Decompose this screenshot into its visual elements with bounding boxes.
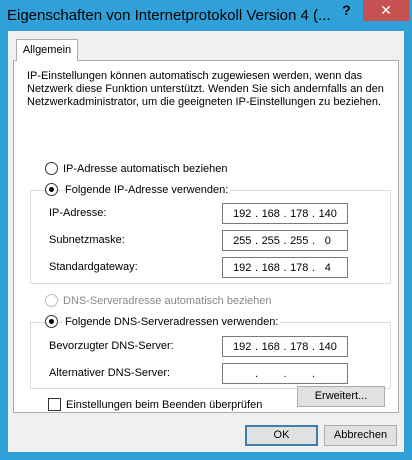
ip-manual-option[interactable]: Folgende IP-Adresse verwenden: [45, 183, 231, 196]
ip-address-octet-4: 140 [318, 207, 337, 220]
ip-auto-option[interactable]: IP-Adresse automatisch beziehen [45, 162, 227, 175]
intro-text: IP-Einstellungen können automatisch zuge… [27, 70, 384, 108]
validate-on-exit-checkbox[interactable] [48, 398, 61, 411]
preferred-dns-octet-1: 192 [233, 340, 252, 353]
subnet-octet-1: 255 [233, 234, 252, 247]
validate-on-exit-label: Einstellungen beim Beenden überprüfen [66, 398, 263, 411]
alternate-dns-label: Alternativer DNS-Server: [49, 367, 171, 379]
dns-manual-label: Folgende DNS-Serveradressen verwenden: [63, 315, 281, 328]
ip-auto-radio[interactable] [45, 162, 58, 175]
gateway-octet-2: 168 [261, 261, 280, 274]
tab-allgemein[interactable]: Allgemein [16, 39, 78, 61]
ip-address-octet-2: 168 [261, 207, 280, 220]
ip-auto-label: IP-Adresse automatisch beziehen [63, 162, 228, 175]
title-bar[interactable]: Eigenschaften von Internetprotokoll Vers… [0, 0, 412, 31]
subnet-octet-2: 255 [261, 234, 280, 247]
validate-on-exit-option[interactable]: Einstellungen beim Beenden überprüfen [48, 398, 262, 411]
preferred-dns-octet-2: 168 [261, 340, 280, 353]
dns-manual-radio[interactable] [45, 315, 58, 328]
ip-address-label: IP-Adresse: [49, 207, 107, 219]
dialog-client: Allgemein IP-Einstellungen können automa… [8, 31, 404, 452]
dns-auto-option[interactable]: DNS-Serveradresse automatisch beziehen [45, 294, 272, 307]
help-button[interactable]: ? [333, 0, 360, 21]
subnet-octet-4: 0 [324, 234, 331, 247]
gateway-octet-3: 178 [290, 261, 309, 274]
ip-manual-radio[interactable] [45, 183, 58, 196]
preferred-dns-label: Bevorzugter DNS-Server: [49, 340, 174, 352]
gateway-octet-4: 4 [324, 261, 331, 274]
ip-address-octet-3: 178 [290, 207, 309, 220]
preferred-dns-octet-4: 140 [318, 340, 337, 353]
octet-separator: . [311, 367, 316, 380]
close-button[interactable]: ✕ [363, 0, 409, 21]
gateway-label: Standardgateway: [49, 261, 138, 273]
alternate-dns-field[interactable]: . . . [222, 363, 348, 384]
ip-address-field[interactable]: 192. 168. 178. 140 [222, 203, 348, 224]
subnet-octet-3: 255 [290, 234, 309, 247]
dns-auto-label: DNS-Serveradresse automatisch beziehen [63, 294, 272, 307]
ip-manual-label: Folgende IP-Adresse verwenden: [63, 183, 231, 196]
tab-panel-allgemein: IP-Einstellungen können automatisch zuge… [13, 60, 399, 413]
preferred-dns-field[interactable]: 192. 168. 178. 140 [222, 336, 348, 357]
dns-manual-option[interactable]: Folgende DNS-Serveradressen verwenden: [45, 315, 281, 328]
subnet-mask-label: Subnetzmaske: [49, 234, 125, 246]
preferred-dns-octet-3: 178 [290, 340, 309, 353]
ip-address-octet-1: 192 [233, 207, 252, 220]
dns-auto-radio[interactable] [45, 294, 58, 307]
octet-separator: . [254, 367, 259, 380]
subnet-mask-field[interactable]: 255. 255. 255. 0 [222, 230, 348, 251]
advanced-button[interactable]: Erweitert... [297, 386, 385, 407]
cancel-button[interactable]: Abbrechen [324, 425, 397, 446]
octet-separator: . [283, 367, 287, 380]
ok-button[interactable]: OK [245, 425, 318, 446]
gateway-field[interactable]: 192. 168. 178. 4 [222, 257, 348, 278]
window-title: Eigenschaften von Internetprotokoll Vers… [7, 7, 331, 24]
gateway-octet-1: 192 [233, 261, 252, 274]
